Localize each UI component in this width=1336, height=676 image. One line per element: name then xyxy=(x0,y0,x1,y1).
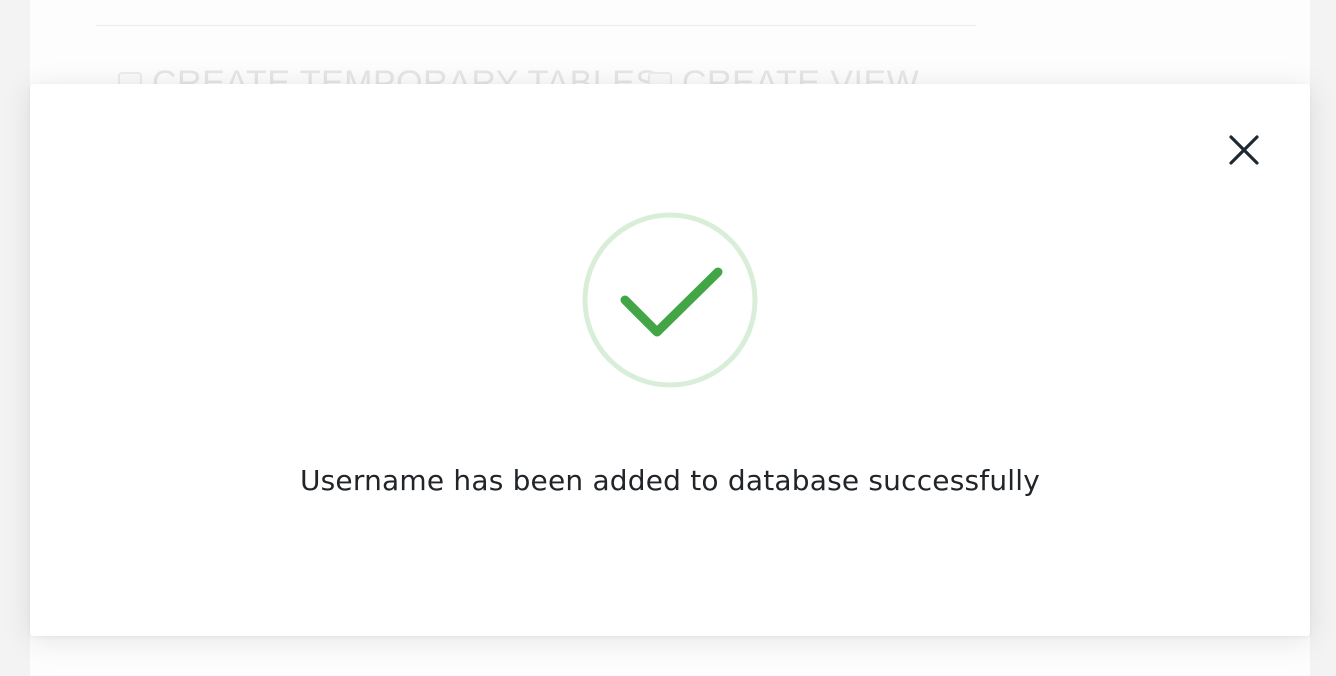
close-button[interactable] xyxy=(1226,132,1262,168)
success-modal: Username has been added to database succ… xyxy=(30,84,1310,636)
background-divider xyxy=(96,25,976,26)
checkmark-circle-icon xyxy=(582,212,758,388)
success-message: Username has been added to database succ… xyxy=(299,464,1041,497)
close-icon xyxy=(1229,135,1259,165)
